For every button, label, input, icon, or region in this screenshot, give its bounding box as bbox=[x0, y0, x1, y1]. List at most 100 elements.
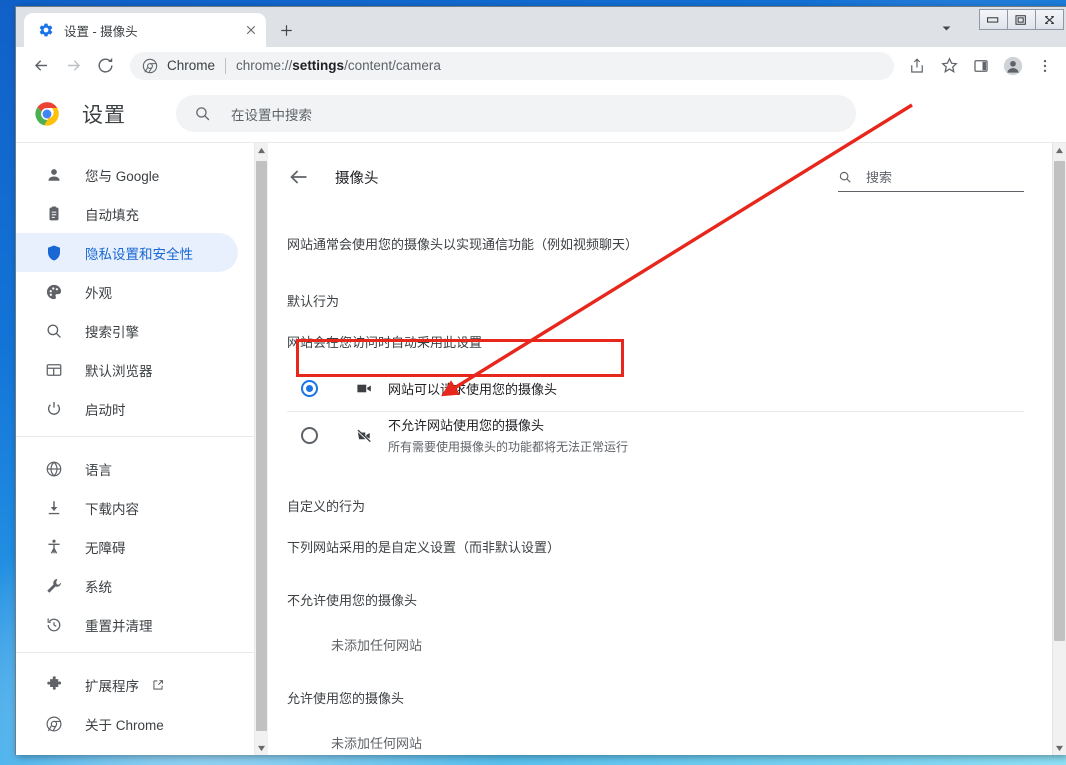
sidebar-group-2: 语言 下载内容 无障碍 系统 重置并清理 bbox=[16, 436, 254, 652]
sidebar-item-label: 搜索引擎 bbox=[85, 324, 139, 340]
sidebar-group-1: 您与 Google 自动填充 隐私设置和安全性 外观 搜索引擎 默认浏览器 启动… bbox=[16, 155, 254, 436]
profile-avatar-icon[interactable] bbox=[998, 51, 1028, 81]
settings-search-input[interactable]: 在设置中搜索 bbox=[176, 95, 856, 132]
chrome-logo-icon bbox=[34, 101, 60, 127]
omnibox-url: chrome://settings/content/camera bbox=[236, 58, 441, 73]
sidebar-item-label: 系统 bbox=[85, 579, 112, 595]
radio-row-block-camera[interactable]: 不允许网站使用您的摄像头 所有需要使用摄像头的功能都将无法正常运行 bbox=[287, 412, 1024, 458]
default-behavior-radio-group: 网站可以请求使用您的摄像头 不允许网站使用您的摄像头 所有需要使用摄像头的功能都… bbox=[287, 366, 1024, 458]
sidebar-item-reset-and-cleanup[interactable]: 重置并清理 bbox=[16, 605, 238, 644]
share-icon[interactable] bbox=[902, 51, 932, 81]
content-scroll-thumb[interactable] bbox=[1054, 161, 1065, 641]
scroll-up-icon[interactable] bbox=[1053, 143, 1066, 157]
browser-tab[interactable]: 设置 - 摄像头 bbox=[24, 13, 266, 47]
sidebar-item-label: 关于 Chrome bbox=[85, 717, 164, 733]
camera-icon bbox=[354, 379, 374, 399]
arrow-left-icon[interactable] bbox=[26, 51, 56, 81]
settings-body: 您与 Google 自动填充 隐私设置和安全性 外观 搜索引擎 默认浏览器 启动… bbox=[16, 142, 1066, 755]
sidebar-item-label: 重置并清理 bbox=[85, 618, 153, 634]
sidebar-item-extensions[interactable]: 扩展程序 bbox=[16, 665, 238, 704]
sidebar-item-privacy-and-security[interactable]: 隐私设置和安全性 bbox=[16, 233, 238, 272]
sidebar-item-accessibility[interactable]: 无障碍 bbox=[16, 527, 238, 566]
chrome-window: 设置 - 摄像头 Chrome chrome://settings/conten… bbox=[15, 6, 1066, 755]
side-panel-icon[interactable] bbox=[966, 51, 996, 81]
settings-search-placeholder: 在设置中搜索 bbox=[231, 107, 312, 123]
close-icon[interactable] bbox=[242, 21, 260, 39]
sidebar-item-about-chrome[interactable]: 关于 Chrome bbox=[16, 704, 238, 743]
custom-behavior-label: 自定义的行为 bbox=[287, 499, 366, 514]
reload-icon[interactable] bbox=[90, 51, 120, 81]
sidebar-item-default-browser[interactable]: 默认浏览器 bbox=[16, 350, 238, 389]
search-icon bbox=[838, 170, 852, 184]
browser-window-icon bbox=[44, 360, 63, 379]
sidebar-item-label: 语言 bbox=[85, 462, 112, 478]
shield-icon bbox=[44, 243, 63, 262]
arrow-left-icon[interactable] bbox=[287, 165, 311, 189]
minimize-button[interactable] bbox=[979, 9, 1008, 30]
chrome-icon bbox=[142, 58, 158, 74]
bookmark-star-icon[interactable] bbox=[934, 51, 964, 81]
radio-button-allow-camera[interactable] bbox=[301, 380, 318, 397]
radio-row-allow-camera[interactable]: 网站可以请求使用您的摄像头 bbox=[287, 366, 1024, 412]
sidebar-item-languages[interactable]: 语言 bbox=[16, 449, 238, 488]
omnibox[interactable]: Chrome chrome://settings/content/camera bbox=[130, 51, 894, 80]
sidebar-item-label: 自动填充 bbox=[85, 207, 139, 223]
chevron-down-icon[interactable] bbox=[933, 15, 959, 41]
search-icon bbox=[194, 105, 211, 122]
sidebar-item-label: 下载内容 bbox=[85, 501, 139, 517]
radio-sub-block-camera: 所有需要使用摄像头的功能都将无法正常运行 bbox=[388, 440, 629, 454]
content-scrollbar[interactable] bbox=[1052, 143, 1066, 755]
sidebar-item-appearance[interactable]: 外观 bbox=[16, 272, 238, 311]
content-search-input[interactable]: 搜索 bbox=[838, 167, 1024, 192]
radio-texts: 网站可以请求使用您的摄像头 bbox=[388, 379, 557, 399]
category-empty-allowed: 未添加任何网站 bbox=[331, 736, 423, 751]
settings-header: 设置 在设置中搜索 bbox=[16, 85, 1066, 142]
close-button[interactable] bbox=[1035, 9, 1064, 30]
person-icon bbox=[44, 165, 63, 184]
custom-behavior-sub: 下列网站采用的是自定义设置（而非默认设置） bbox=[287, 540, 561, 555]
camera-description: 网站通常会使用您的摄像头以实现通信功能（例如视频聊天） bbox=[287, 237, 639, 252]
sidebar-item-label: 扩展程序 bbox=[85, 678, 139, 694]
radio-texts: 不允许网站使用您的摄像头 所有需要使用摄像头的功能都将无法正常运行 bbox=[388, 415, 628, 455]
scroll-down-icon[interactable] bbox=[1053, 741, 1066, 755]
wrench-icon bbox=[44, 576, 63, 595]
chrome-icon bbox=[44, 714, 63, 733]
radio-label-allow-camera: 网站可以请求使用您的摄像头 bbox=[388, 381, 558, 397]
content-search-placeholder: 搜索 bbox=[866, 170, 893, 185]
tab-strip: 设置 - 摄像头 bbox=[16, 7, 1066, 47]
arrow-right-icon[interactable] bbox=[58, 51, 88, 81]
sidebar-item-you-and-google[interactable]: 您与 Google bbox=[16, 155, 238, 194]
more-vertical-icon[interactable] bbox=[1030, 51, 1060, 81]
category-empty-blocked: 未添加任何网站 bbox=[331, 638, 423, 653]
sidebar-item-system[interactable]: 系统 bbox=[16, 566, 238, 605]
sidebar-item-autofill[interactable]: 自动填充 bbox=[16, 194, 238, 233]
radio-button-block-camera[interactable] bbox=[301, 426, 318, 444]
content-scroll-track[interactable] bbox=[1053, 157, 1066, 741]
power-icon bbox=[44, 399, 63, 418]
category-title-allowed: 允许使用您的摄像头 bbox=[287, 691, 405, 706]
palette-icon bbox=[44, 282, 63, 301]
external-link-icon bbox=[151, 678, 165, 692]
sidebar-item-label: 外观 bbox=[85, 285, 112, 301]
restore-button[interactable] bbox=[1007, 9, 1036, 30]
new-tab-button[interactable] bbox=[272, 16, 300, 44]
browser-toolbar: Chrome chrome://settings/content/camera bbox=[16, 47, 1066, 85]
window-controls bbox=[979, 9, 1064, 30]
sidebar-item-label: 无障碍 bbox=[85, 540, 126, 556]
clipboard-icon bbox=[44, 204, 63, 223]
puzzle-icon bbox=[44, 675, 63, 694]
custom-category-allowed: 允许使用您的摄像头 未添加任何网站 bbox=[287, 688, 1024, 752]
sidebar-item-search-engine[interactable]: 搜索引擎 bbox=[16, 311, 238, 350]
sidebar-item-on-startup[interactable]: 启动时 bbox=[16, 389, 238, 428]
history-restore-icon bbox=[44, 615, 63, 634]
accessibility-icon bbox=[44, 537, 63, 556]
category-title-blocked: 不允许使用您的摄像头 bbox=[287, 593, 418, 608]
gear-icon bbox=[38, 22, 54, 38]
custom-category-blocked: 不允许使用您的摄像头 未添加任何网站 bbox=[287, 590, 1024, 654]
download-icon bbox=[44, 498, 63, 517]
globe-icon bbox=[44, 459, 63, 478]
sidebar-item-label: 您与 Google bbox=[85, 168, 160, 184]
default-behavior-label: 默认行为 bbox=[287, 294, 340, 309]
sidebar-item-downloads[interactable]: 下载内容 bbox=[16, 488, 238, 527]
content-title: 摄像头 bbox=[335, 171, 379, 187]
